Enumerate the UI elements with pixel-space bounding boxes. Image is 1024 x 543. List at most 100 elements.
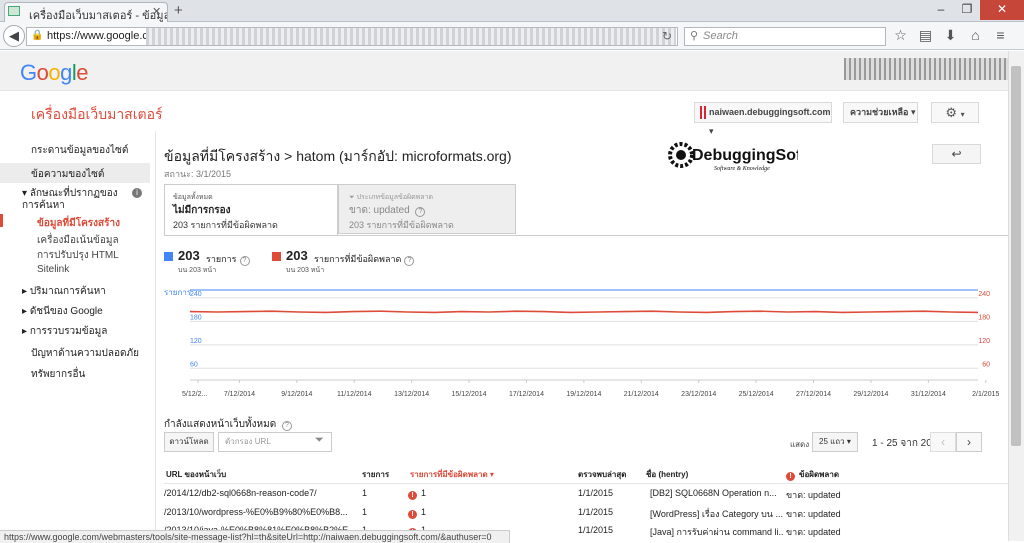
prev-page-button[interactable]: ‹ xyxy=(930,432,956,452)
help-icon[interactable]: ? xyxy=(239,256,250,266)
settings-button[interactable]: ⚙ ▾ xyxy=(931,102,979,123)
menu-icon[interactable]: ≡ xyxy=(992,27,1009,44)
app-title[interactable]: เครื่องมือเว็บมาสเตอร์ xyxy=(31,104,163,126)
sidebar-item-dashboard[interactable]: กระดานข้อมูลของไซต์ xyxy=(31,143,181,158)
col-detected[interactable]: ตรวจพบล่าสุด xyxy=(578,468,627,481)
sidebar-item-sitelinks[interactable]: Sitelink xyxy=(37,264,187,275)
back-button[interactable]: ↩ xyxy=(932,144,981,164)
tab-title: เครื่องมือเว็บมาสเตอร์ - ข้อมูล... xyxy=(29,10,168,22)
show-label: แสดง xyxy=(790,440,810,449)
x-tick-label: 29/12/2014 xyxy=(853,391,888,398)
window-controls: – ❐ ✕ xyxy=(928,0,1024,20)
new-tab-icon[interactable]: + xyxy=(174,2,183,19)
home-icon[interactable]: ⌂ xyxy=(967,27,984,44)
tab-all-data[interactable]: ข้อมูลทั้งหมด ไม่มีการกรอง 203 รายการที่… xyxy=(164,184,338,236)
cell-url[interactable]: /2014/12/db2-sql0668n-reason-code7/ xyxy=(164,488,354,498)
site-name: naiwaen.debuggingsoft.com xyxy=(709,107,831,117)
col-errors[interactable]: รายการที่มีข้อผิดพลาด ▾ xyxy=(410,468,494,481)
pagination-info: 1 - 25 จาก 203 xyxy=(872,438,938,449)
back-icon[interactable]: ◀ xyxy=(3,25,25,47)
cell-items: 1 xyxy=(362,488,368,498)
cell-errors: !1 xyxy=(408,507,426,519)
x-tick-label: 19/12/2014 xyxy=(566,391,601,398)
help-icon[interactable]: ? xyxy=(404,256,415,266)
rows-per-page-select[interactable]: 25 แถว ▾ xyxy=(812,432,858,452)
table-row[interactable]: /2014/12/db2-sql0668n-reason-code7/ 1 ! 1… xyxy=(164,488,1008,504)
tab-count: 203 รายการที่มีข้อผิดพลาด xyxy=(173,220,278,230)
cell-error-type: ขาด: updated xyxy=(786,527,841,537)
site-favicon-icon xyxy=(700,106,706,119)
error-icon: ! xyxy=(408,510,417,519)
cell-date: 1/1/2015 xyxy=(578,507,614,517)
tab-label: ไม่มีการกรอง xyxy=(173,205,231,216)
info-icon[interactable]: i xyxy=(132,188,142,198)
expand-arrow-icon: ▸ xyxy=(22,306,28,317)
next-page-button[interactable]: › xyxy=(956,432,982,452)
search-icon: ⚲ xyxy=(690,30,699,42)
tab-caption: ประเภทข้อมูลข้อผิดพลาด xyxy=(356,194,434,201)
tab-close-icon[interactable]: ✕ xyxy=(152,5,161,18)
cell-error-type: ขาด: updated xyxy=(786,490,841,500)
gear-icon: ⚙ xyxy=(945,105,957,120)
error-icon: ! xyxy=(786,472,795,481)
col-url[interactable]: URL ของหน้าเว็บ xyxy=(166,468,226,481)
x-tick-label: 31/12/2014 xyxy=(911,391,946,398)
site-selector[interactable]: naiwaen.debuggingsoft.com ▾ xyxy=(694,102,832,136)
maximize-icon[interactable]: ❐ xyxy=(954,0,980,20)
sidebar-item-security-issues[interactable]: ปัญหาด้านความปลอดภัย xyxy=(31,346,181,361)
cell-url[interactable]: /2013/10/wordpress-%E0%B9%80%E0%B8... xyxy=(164,507,354,517)
tab-favicon-icon xyxy=(8,6,20,16)
help-icon[interactable]: ? xyxy=(281,421,292,431)
col-items[interactable]: รายการ xyxy=(362,468,389,481)
table-row[interactable]: /2013/10/wordpress-%E0%B9%80%E0%B8... 1 … xyxy=(164,507,1008,523)
sidebar-item-other-resources[interactable]: ทรัพยากรอื่น xyxy=(31,367,181,382)
cell-error-type: ขาด: updated xyxy=(786,509,841,519)
tab-error-type[interactable]: ⏷ ประเภทข้อมูลข้อผิดพลาด ขาด: updated ? … xyxy=(338,184,516,234)
y-tick-label-left: 240 xyxy=(190,291,202,298)
y-tick-label-right: 60 xyxy=(982,361,990,368)
scrollbar-thumb[interactable] xyxy=(1011,66,1021,446)
sidebar-item-label: ลักษณะที่ปรากฏของการค้นหา xyxy=(22,188,118,211)
minimize-icon[interactable]: – xyxy=(928,0,954,20)
browser-search-input[interactable]: Search xyxy=(684,27,886,46)
download-button[interactable]: ดาวน์โหลด xyxy=(164,432,214,452)
reading-list-icon[interactable]: ▤ xyxy=(917,27,934,44)
help-button[interactable]: ความช่วยเหลือ ▾ xyxy=(843,102,918,123)
close-window-icon[interactable]: ✕ xyxy=(980,0,1024,20)
sidebar-item-google-index[interactable]: ▸ ดัชนีของ Google xyxy=(22,304,172,319)
lock-icon: 🔒 xyxy=(31,30,44,41)
filter-icon: ⏷ xyxy=(349,194,355,201)
sidebar-item-search-traffic[interactable]: ▸ ปริมาณการค้นหา xyxy=(22,284,172,299)
cell-errors-value: 1 xyxy=(421,488,427,498)
col-name[interactable]: ชื่อ (hentry) xyxy=(646,468,688,481)
legend-items-swatch xyxy=(164,252,173,261)
cell-name: [DB2] SQL0668N Operation n... xyxy=(650,488,777,498)
legend-errors-label: รายการที่มีข้อผิดพลาด xyxy=(314,254,402,264)
help-icon[interactable]: ? xyxy=(415,207,426,217)
sort-desc-icon: ▾ xyxy=(489,470,494,479)
google-logo[interactable]: Google xyxy=(20,60,89,86)
x-tick-label: 9/12/2014 xyxy=(281,391,312,398)
x-tick-label: 5/12/2... xyxy=(182,391,207,398)
sidebar-item-crawl[interactable]: ▸ การรวบรวมข้อมูล xyxy=(22,324,172,339)
legend-items-sub: บน 203 หน้า xyxy=(178,267,217,274)
bookmark-star-icon[interactable]: ☆ xyxy=(892,27,909,44)
download-icon[interactable]: ⬇ xyxy=(942,27,959,44)
sidebar-item-messages[interactable]: ข้อความของไซต์ xyxy=(0,163,150,183)
x-tick-label: 25/12/2014 xyxy=(739,391,774,398)
browser-tab[interactable]: เครื่องมือเว็บมาสเตอร์ - ข้อมูล... xyxy=(4,2,168,22)
cell-name: [WordPress] เรื่อง Category บน ... xyxy=(650,509,783,519)
col-error-type[interactable]: ! ข้อผิดพลาด xyxy=(786,468,839,481)
x-tick-label: 15/12/2014 xyxy=(452,391,487,398)
x-tick-label: 2/1/2015 xyxy=(972,391,999,398)
chevron-right-icon: › xyxy=(967,435,971,449)
line-chart: รายการ240 240180 180120 12060 605/12/2... 7/1… xyxy=(164,288,999,398)
filter-icon[interactable]: ⏷ xyxy=(315,434,324,447)
chevron-left-icon: ‹ xyxy=(941,435,945,449)
sidebar-item-search-appearance[interactable]: ▾ ลักษณะที่ปรากฏของการค้นหา xyxy=(22,188,130,212)
url-redacted xyxy=(146,28,676,45)
y-tick-label-right: 240 xyxy=(978,291,990,298)
cell-date: 1/1/2015 xyxy=(578,525,614,535)
reload-icon[interactable]: ↻ xyxy=(662,29,672,43)
account-redacted[interactable] xyxy=(844,58,1010,80)
